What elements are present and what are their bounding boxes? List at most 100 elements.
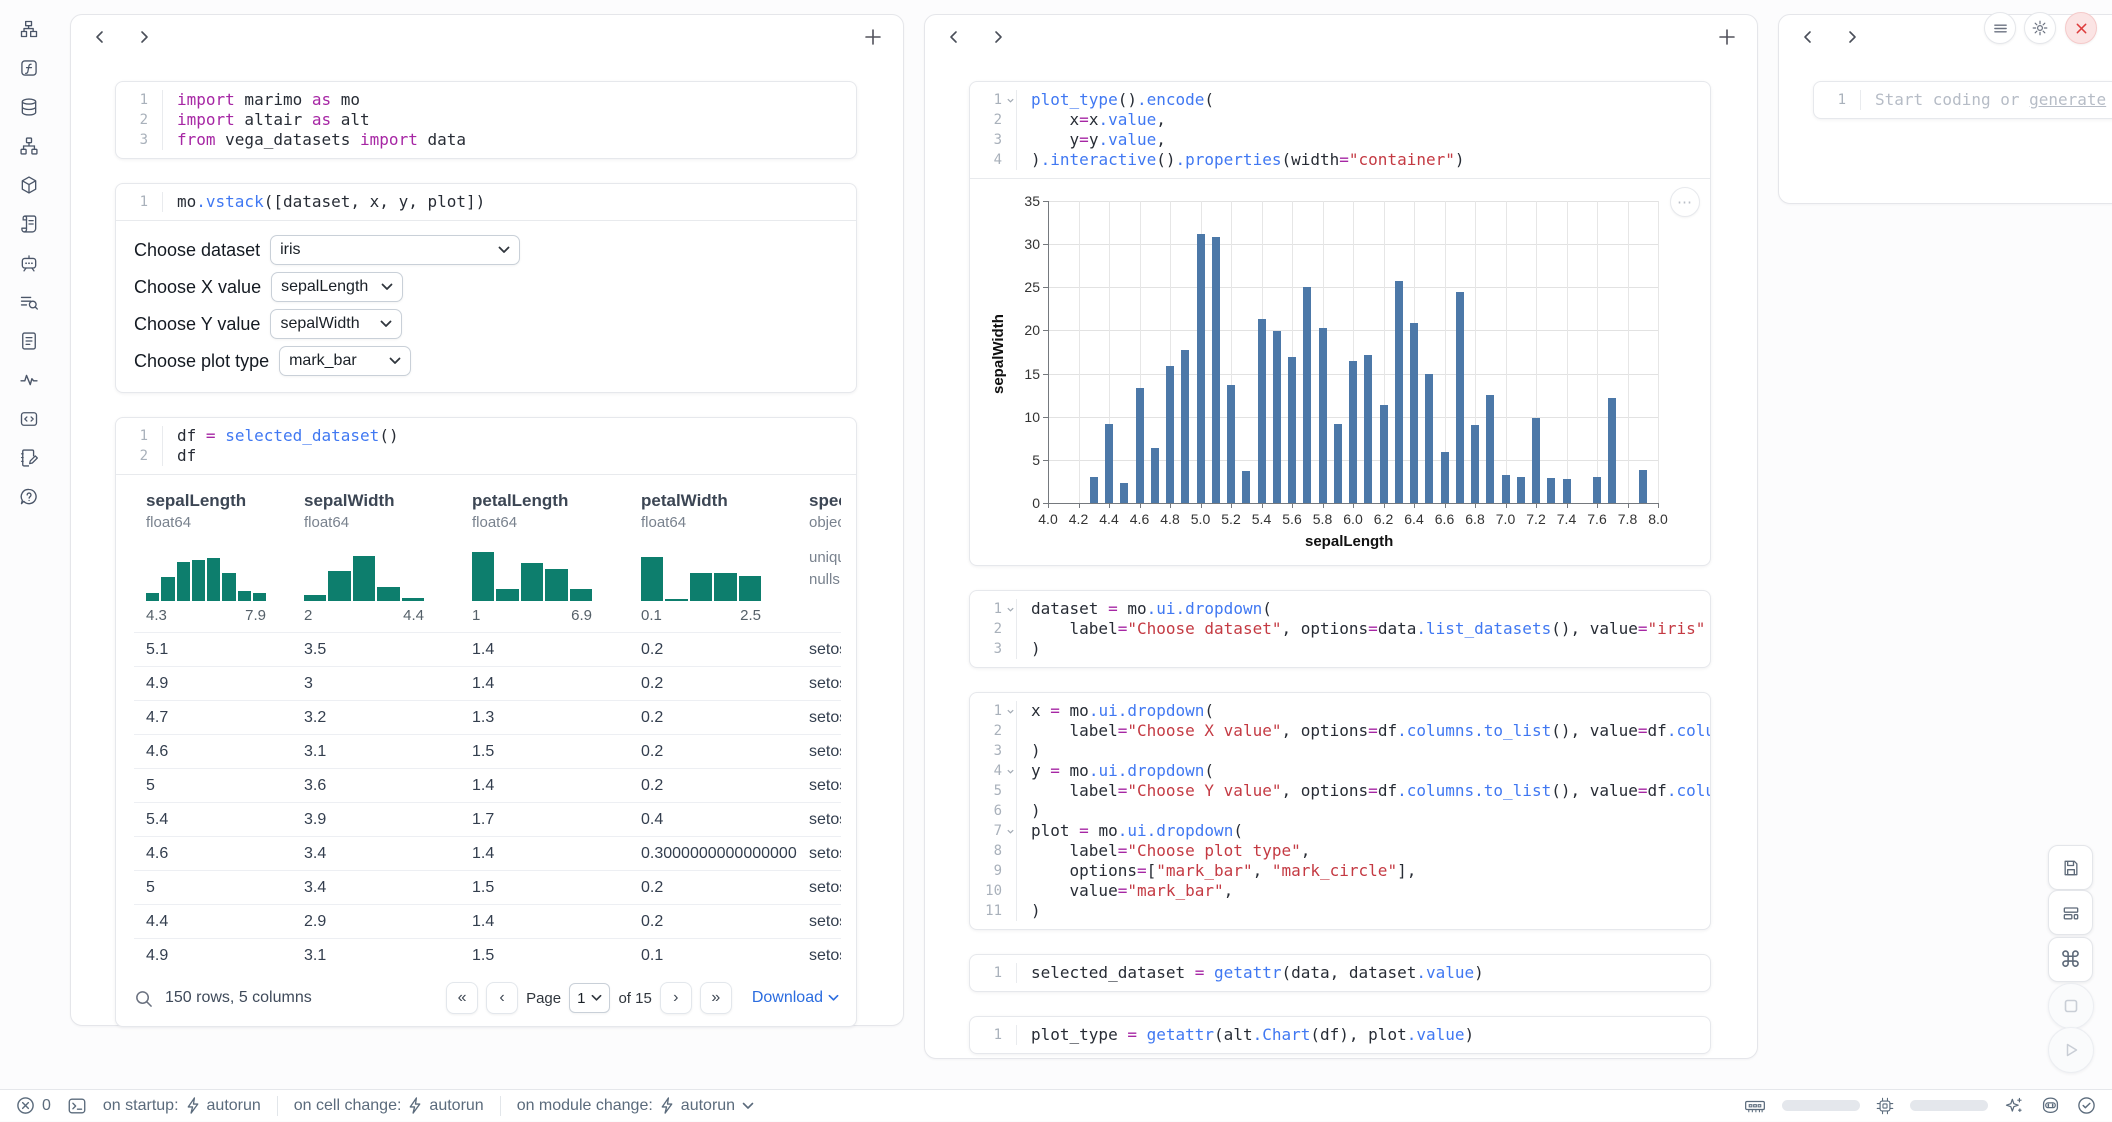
terminal-icon[interactable] [67,1096,87,1116]
code-line[interactable]: 10 value="mark_bar", [970,881,1710,901]
chevron-left-icon[interactable] [945,28,963,46]
code-line[interactable]: 3 y=y.value, [970,130,1710,150]
ai-sparkle-icon[interactable] [2004,1096,2024,1116]
chevron-right-icon[interactable] [135,28,153,46]
error-count-button[interactable]: 0 [16,1096,51,1115]
cell-xy-plot-dropdowns[interactable]: 1x = mo.ui.dropdown(2 label="Choose X va… [969,692,1711,930]
on-module-change-config[interactable]: on module change: autorun [517,1097,754,1115]
last-page-button[interactable]: » [700,982,732,1014]
cell-empty[interactable]: 1 Start coding or generate with AI [1813,81,2112,119]
dependency-graph-icon[interactable] [18,135,40,157]
code-line[interactable]: 11) [970,901,1710,921]
download-button[interactable]: Download [752,989,839,1007]
column-header-species[interactable]: speciesobjectunique:nulls: [797,489,841,632]
code-line[interactable]: 2 label="Choose dataset", options=data.l… [970,619,1710,639]
column-header-sepalWidth[interactable]: sepalWidthfloat6424.4 [292,489,460,632]
choose-y-value-select[interactable]: sepalWidth [270,309,402,339]
code-line[interactable]: 9 options=["mark_bar", "mark_circle"], [970,861,1710,881]
settings-icon[interactable] [2024,12,2056,44]
code-editor[interactable]: 1plot_type().encode(2 x=x.value,3 y=y.va… [970,82,1710,178]
generate-with-ai-link[interactable]: generate [2029,90,2106,109]
ai-chat-icon[interactable] [18,252,40,274]
add-cell-icon[interactable] [863,27,883,47]
code-line[interactable]: 1dataset = mo.ui.dropdown( [970,599,1710,619]
code-editor[interactable]: 1import marimo as mo2import altair as al… [116,82,856,158]
file-explorer-icon[interactable] [18,18,40,40]
save-icon[interactable] [2048,845,2093,890]
code-line[interactable]: 3from vega_datasets import data [116,130,856,150]
help-icon[interactable] [18,486,40,508]
code-line[interactable]: 1df = selected_dataset() [116,426,856,446]
on-startup-config[interactable]: on startup: autorun [103,1097,261,1115]
chevron-right-icon[interactable] [989,28,1007,46]
code-editor[interactable]: 1x = mo.ui.dropdown(2 label="Choose X va… [970,693,1710,929]
add-cell-icon[interactable] [1717,27,1737,47]
cell-dataframe[interactable]: 1df = selected_dataset()2df sepalLengthf… [115,417,857,1027]
code-line[interactable]: 1plot_type = getattr(alt.Chart(df), plot… [970,1025,1710,1045]
next-page-button[interactable]: › [660,982,692,1014]
column-header-petalLength[interactable]: petalLengthfloat6416.9 [460,489,629,632]
code-editor[interactable]: 1df = selected_dataset()2df [116,418,856,474]
code-line[interactable]: 3) [970,741,1710,761]
packages-icon[interactable] [18,174,40,196]
first-page-button[interactable]: « [446,982,478,1014]
code-line[interactable]: 1import marimo as mo [116,90,856,110]
code-editor[interactable]: 1dataset = mo.ui.dropdown(2 label="Choos… [970,591,1710,667]
on-cell-change-config[interactable]: on cell change: autorun [294,1097,484,1115]
code-line[interactable]: 8 label="Choose plot type", [970,841,1710,861]
search-icon[interactable] [134,989,153,1008]
cell-selected-dataset[interactable]: 1selected_dataset = getattr(data, datase… [969,954,1711,992]
code-line[interactable]: 1plot_type().encode( [970,90,1710,110]
code-line[interactable]: 5 label="Choose Y value", options=df.col… [970,781,1710,801]
close-icon[interactable] [2065,12,2097,44]
code-editor[interactable]: 1mo.vstack([dataset, x, y, plot]) [116,184,856,220]
choose-plot-type-select[interactable]: mark_bar [279,346,411,376]
code-line[interactable]: 2df [116,446,856,466]
code-line[interactable]: 6) [970,801,1710,821]
chart-options-button[interactable]: ⋯ [1670,187,1700,217]
cell-imports[interactable]: 1import marimo as mo2import altair as al… [115,81,857,159]
menu-icon[interactable] [1984,12,2016,44]
code-line[interactable]: 4y = mo.ui.dropdown( [970,761,1710,781]
choose-x-value-select[interactable]: sepalLength [271,272,403,302]
code-line[interactable]: 1mo.vstack([dataset, x, y, plot]) [116,192,856,212]
layout-icon[interactable] [2048,890,2093,935]
chevron-left-icon[interactable] [1799,28,1817,46]
chevron-left-icon[interactable] [91,28,109,46]
stop-icon[interactable] [2048,983,2094,1029]
code-line[interactable]: 2 x=x.value, [970,110,1710,130]
code-editor[interactable]: 1selected_dataset = getattr(data, datase… [970,955,1710,991]
code-line[interactable]: 1x = mo.ui.dropdown( [970,701,1710,721]
snippets-icon[interactable] [18,408,40,430]
cell-dataset-dropdown[interactable]: 1dataset = mo.ui.dropdown(2 label="Choos… [969,590,1711,668]
prev-page-button[interactable]: ‹ [486,982,518,1014]
code-line[interactable]: 1 Start coding or generate with AI [1814,90,2112,110]
code-line[interactable]: 7plot = mo.ui.dropdown( [970,821,1710,841]
cell-plot-type[interactable]: 1plot_type = getattr(alt.Chart(df), plot… [969,1016,1711,1054]
outline-icon[interactable] [18,330,40,352]
column-header-sepalLength[interactable]: sepalLengthfloat644.37.9 [134,489,292,632]
run-icon[interactable] [2048,1027,2094,1073]
logs-icon[interactable] [18,213,40,235]
code-line[interactable]: 4).interactive().properties(width="conta… [970,150,1710,170]
command-palette-icon[interactable]: ⌘ [2048,937,2093,982]
tracebacks-icon[interactable] [18,369,40,391]
chevron-right-icon[interactable] [1843,28,1861,46]
editor-placeholder[interactable]: Start coding or generate with AI [1861,90,2112,110]
code-editor[interactable]: 1plot_type = getattr(alt.Chart(df), plot… [970,1017,1710,1053]
column-header-petalWidth[interactable]: petalWidthfloat640.12.5 [629,489,797,632]
code-line[interactable]: 3) [970,639,1710,659]
code-line[interactable]: 2import altair as alt [116,110,856,130]
datasources-icon[interactable] [18,96,40,118]
code-line[interactable]: 1selected_dataset = getattr(data, datase… [970,963,1710,983]
cell-vstack[interactable]: 1mo.vstack([dataset, x, y, plot]) Choose… [115,183,857,393]
cell-plot[interactable]: 1plot_type().encode(2 x=x.value,3 y=y.va… [969,81,1711,566]
choose-dataset-select[interactable]: iris [270,235,520,265]
page-select[interactable]: 1 [569,983,610,1013]
variables-search-icon[interactable] [18,291,40,313]
scratchpad-icon[interactable] [18,447,40,469]
code-line[interactable]: 2 label="Choose X value", options=df.col… [970,721,1710,741]
copilot-icon[interactable] [2040,1096,2061,1115]
functions-icon[interactable] [18,57,40,79]
connection-status-icon[interactable] [2077,1096,2096,1115]
